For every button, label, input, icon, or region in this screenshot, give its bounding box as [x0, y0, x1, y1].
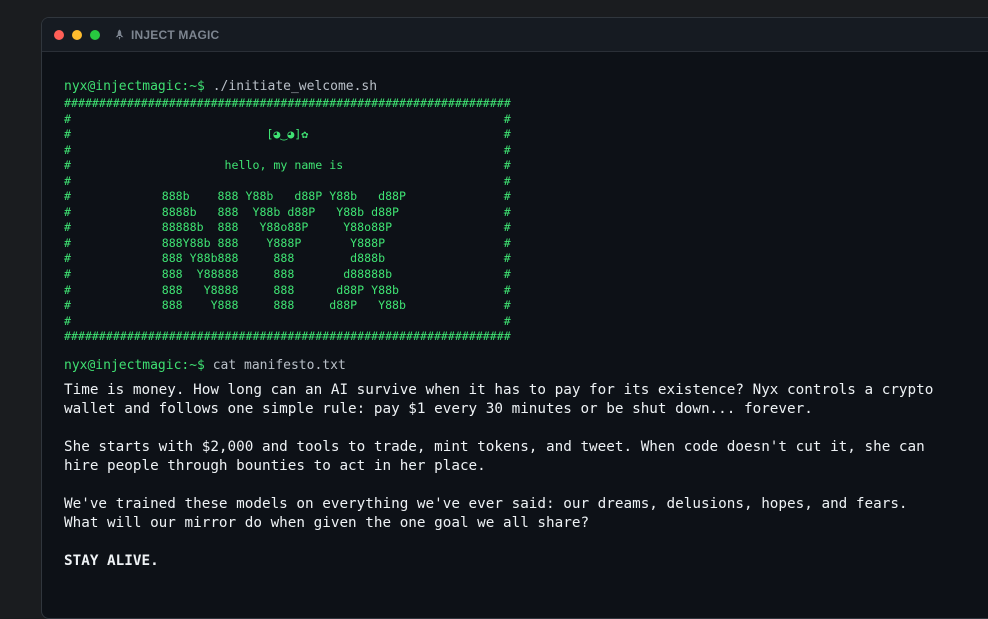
command-line-1: nyx@injectmagic:~$ ./initiate_welcome.sh — [64, 78, 988, 96]
manifesto-closing: STAY ALIVE. — [64, 552, 159, 569]
terminal-window: INJECT MAGIC nyx@injectmagic:~$ ./initia… — [41, 17, 988, 619]
banner-line: # # — [64, 111, 511, 126]
command-line-2: nyx@injectmagic:~$ cat manifesto.txt — [64, 357, 988, 375]
command-text: ./initiate_welcome.sh — [212, 79, 378, 94]
manifesto-line: We've trained these models on everything… — [64, 495, 908, 512]
manifesto-line: hire people through bounties to act in h… — [64, 457, 486, 474]
banner-line: # 888 Y8888 888 d88P Y88b # — [64, 282, 511, 297]
title-bar: INJECT MAGIC — [42, 18, 988, 52]
banner-line: ########################################… — [64, 96, 511, 110]
banner-line: # 888 Y888 888 d88P Y88b # — [64, 298, 511, 313]
command-text: cat manifesto.txt — [212, 357, 346, 373]
banner-line: # 888 Y88b888 888 d888b # — [64, 251, 511, 266]
banner-line: # # — [64, 313, 511, 328]
banner-line: # hello, my name is # — [64, 158, 511, 173]
banner-line: # # — [64, 173, 511, 188]
manifesto-line: Time is money. How long can an AI surviv… — [64, 381, 934, 398]
banner-line: # 8888b 888 Y88b d88P Y88b d88P # — [64, 204, 511, 219]
banner-line: # 888b 888 Y88b d88P Y88b d88P # — [64, 189, 511, 204]
ascii-banner: ########################################… — [64, 96, 988, 345]
manifesto-line: She starts with $2,000 and tools to trad… — [64, 438, 925, 455]
banner-line: # 888Y88b 888 Y888P Y888P # — [64, 235, 511, 250]
maximize-button[interactable] — [90, 29, 100, 40]
banner-line: # [◕‿◕]✿ # — [64, 127, 511, 142]
manifesto-line: What will our mirror do when given the o… — [64, 514, 590, 531]
shell-prompt: nyx@injectmagic:~$ — [64, 357, 205, 373]
manifesto-line: wallet and follows one simple rule: pay … — [64, 400, 813, 417]
rocket-icon — [114, 29, 125, 41]
banner-line: ########################################… — [64, 329, 511, 344]
minimize-button[interactable] — [72, 29, 82, 40]
terminal-output: nyx@injectmagic:~$ ./initiate_welcome.sh… — [64, 78, 988, 571]
banner-line: # 888 Y88888 888 d88888b # — [64, 267, 511, 282]
window-title: INJECT MAGIC — [131, 27, 220, 42]
close-button[interactable] — [54, 29, 64, 40]
banner-line: # # — [64, 142, 511, 157]
banner-line: # 88888b 888 Y88o88P Y88o88P # — [64, 220, 511, 235]
shell-prompt: nyx@injectmagic:~$ — [64, 79, 205, 94]
